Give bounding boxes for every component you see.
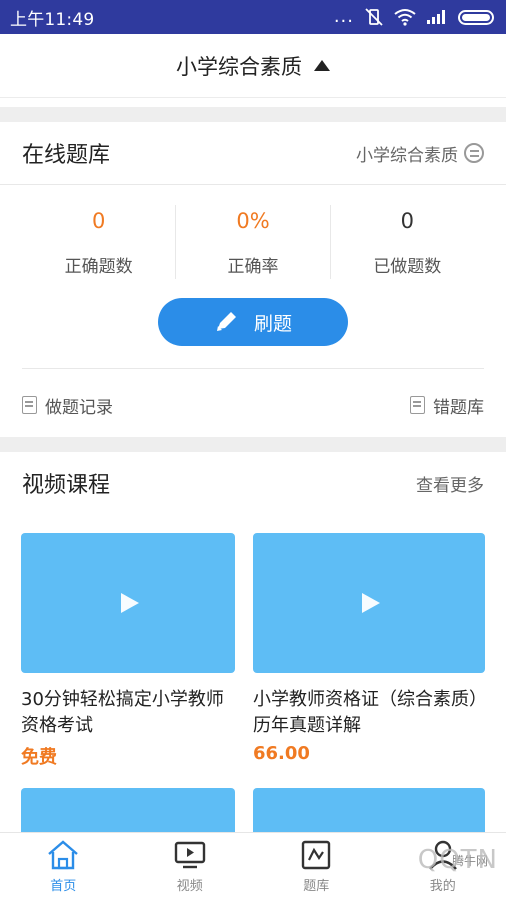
stat-accuracy: 0% 正确率 (175, 205, 329, 279)
switch-subject-link[interactable]: 小学综合素质 (356, 141, 484, 166)
battery-icon (458, 9, 494, 25)
page-title: 小学综合素质 (176, 54, 302, 79)
practice-record-label: 做题记录 (45, 397, 113, 418)
swap-icon (464, 143, 484, 163)
subject-selector[interactable]: 小学综合素质 (0, 34, 506, 98)
record-icon (22, 396, 37, 414)
tab-video[interactable]: 视频 (127, 833, 254, 900)
watermark: QQTN (417, 845, 498, 875)
practice-button-label: 刷题 (253, 312, 292, 335)
bank-header: 在线题库 小学综合素质 (0, 122, 506, 184)
vibrate-off-icon (365, 8, 383, 26)
section-gap (0, 437, 506, 452)
divider (22, 368, 484, 369)
wifi-icon (394, 9, 416, 26)
stat-label: 正确题数 (64, 257, 133, 277)
practice-button[interactable]: 刷题 (158, 298, 348, 346)
more-dots-icon: ... (333, 6, 354, 27)
stats-row: 0 正确题数 0% 正确率 0 已做题数 (22, 205, 484, 279)
tab-bank[interactable]: 题库 (253, 833, 380, 900)
divider (0, 184, 506, 185)
bank-icon (302, 840, 331, 869)
stat-value: 0 (400, 209, 414, 233)
bank-title: 在线题库 (22, 143, 111, 168)
wrong-bank-link[interactable]: 错题库 (410, 393, 484, 418)
tab-label: 视频 (176, 878, 203, 894)
course-thumbnail[interactable] (253, 788, 485, 832)
status-time: 上午11:49 (10, 9, 95, 30)
course-price: 免费 (21, 747, 57, 768)
stat-label: 已做题数 (373, 257, 442, 277)
video-header: 视频课程 查看更多 (0, 452, 506, 514)
stat-value: 0% (236, 209, 270, 233)
status-icons: ... (334, 7, 494, 27)
stat-value: 0 (91, 209, 106, 233)
stat-label: 正确率 (227, 257, 279, 277)
course-thumbnail (253, 533, 485, 673)
switch-subject-label: 小学综合素质 (356, 145, 458, 166)
tab-label: 我的 (429, 878, 456, 894)
view-more-link[interactable]: 查看更多 (416, 471, 484, 496)
course-card[interactable]: 小学教师资格证（综合素质）历年真题详解 66.00 (253, 533, 485, 764)
pencil-icon (216, 312, 236, 331)
practice-record-link[interactable]: 做题记录 (22, 393, 113, 418)
play-icon (362, 593, 380, 613)
tab-label: 首页 (50, 878, 77, 894)
record-row: 做题记录 错题库 (22, 392, 484, 418)
course-title: 小学教师资格证（综合素质）历年真题详解 (253, 689, 478, 736)
stat-done-count: 0 已做题数 (329, 205, 484, 279)
course-title: 30分钟轻松搞定小学教师资格考试 (21, 689, 224, 736)
status-bar: 上午11:49 ... (0, 0, 506, 34)
wrong-bank-label: 错题库 (433, 397, 484, 418)
signal-icon (427, 10, 445, 24)
tab-home[interactable]: 首页 (0, 833, 127, 900)
home-icon (48, 839, 79, 869)
stat-correct-count: 0 正确题数 (22, 205, 175, 279)
video-title: 视频课程 (22, 473, 111, 498)
tab-label: 题库 (303, 878, 330, 894)
wrong-bank-icon (410, 396, 425, 414)
caret-up-icon (314, 60, 330, 71)
video-icon (174, 841, 205, 868)
course-thumbnail (21, 533, 235, 673)
course-card[interactable]: 30分钟轻松搞定小学教师资格考试 免费 (21, 533, 235, 769)
play-icon (121, 593, 139, 613)
course-price: 66.00 (253, 743, 310, 764)
section-gap (0, 107, 506, 122)
course-thumbnail[interactable] (21, 788, 235, 832)
